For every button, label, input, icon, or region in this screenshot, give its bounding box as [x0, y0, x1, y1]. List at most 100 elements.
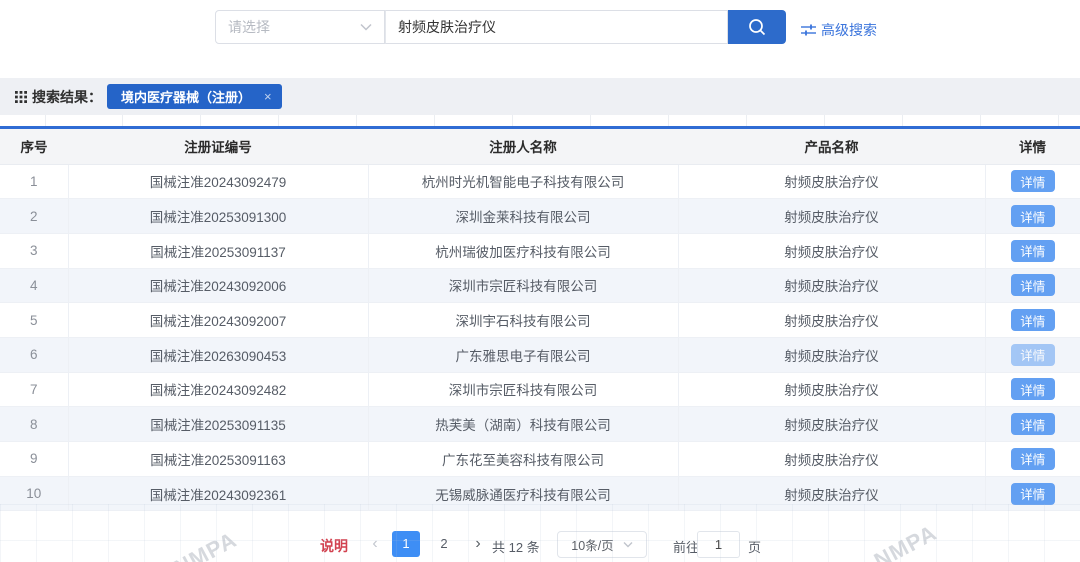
col-header-detail: 详情 — [985, 129, 1080, 164]
total-count-label: 共 12 条 — [492, 537, 540, 556]
tag-close-icon[interactable]: × — [264, 89, 272, 104]
detail-button[interactable]: 详情 — [1011, 378, 1055, 400]
row-index: 9 — [0, 442, 68, 477]
table-row: 1 国械注准20243092479 杭州时光机智能电子科技有限公司 射频皮肤治疗… — [0, 164, 1080, 199]
search-button[interactable] — [728, 10, 786, 44]
detail-cell: 详情 — [985, 233, 1080, 268]
table-row: 7 国械注准20243092482 深圳市宗匠科技有限公司 射频皮肤治疗仪 详情 — [0, 372, 1080, 407]
col-header-registration-number: 注册证编号 — [68, 129, 368, 164]
detail-button[interactable]: 详情 — [1011, 309, 1055, 331]
product-name: 射频皮肤治疗仪 — [678, 442, 985, 477]
table-row: 5 国械注准20243092007 深圳宇石科技有限公司 射频皮肤治疗仪 详情 — [0, 303, 1080, 338]
row-index: 5 — [0, 303, 68, 338]
gap-strip — [0, 115, 1080, 126]
row-index: 7 — [0, 372, 68, 407]
pagination-bar: 说明 ‹ 1 2 › 共 12 条 10条/页 前往 1 页 — [0, 511, 1080, 562]
product-name: 射频皮肤治疗仪 — [678, 268, 985, 303]
detail-button[interactable]: 详情 — [1011, 170, 1055, 192]
detail-cell: 详情 — [985, 476, 1080, 511]
registration-number: 国械注准20243092361 — [68, 476, 368, 511]
table-row: 4 国械注准20243092006 深圳市宗匠科技有限公司 射频皮肤治疗仪 详情 — [0, 268, 1080, 303]
results-table: 序号 注册证编号 注册人名称 产品名称 详情 1 国械注准20243092479… — [0, 129, 1080, 511]
detail-cell: 详情 — [985, 442, 1080, 477]
product-name: 射频皮肤治疗仪 — [678, 164, 985, 199]
row-index: 1 — [0, 164, 68, 199]
goto-label: 前往 — [673, 537, 699, 556]
detail-cell: 详情 — [985, 372, 1080, 407]
detail-button[interactable]: 详情 — [1011, 448, 1055, 470]
col-header-product-name: 产品名称 — [678, 129, 985, 164]
result-type-tag[interactable]: 境内医疗器械（注册） × — [107, 84, 282, 109]
product-name: 射频皮肤治疗仪 — [678, 233, 985, 268]
registration-number: 国械注准20253091135 — [68, 407, 368, 442]
table-row: 2 国械注准20253091300 深圳金莱科技有限公司 射频皮肤治疗仪 详情 — [0, 199, 1080, 234]
search-icon — [747, 17, 767, 37]
search-input[interactable]: 射频皮肤治疗仪 — [385, 10, 728, 44]
detail-button[interactable]: 详情 — [1011, 344, 1055, 366]
product-name: 射频皮肤治疗仪 — [678, 303, 985, 338]
row-index: 6 — [0, 337, 68, 372]
registrant-name: 深圳市宗匠科技有限公司 — [368, 372, 678, 407]
prev-page-button[interactable]: ‹ — [363, 531, 387, 557]
detail-cell: 详情 — [985, 303, 1080, 338]
advanced-search-link[interactable]: 高级搜索 — [801, 21, 877, 39]
registration-number: 国械注准20243092482 — [68, 372, 368, 407]
detail-cell: 详情 — [985, 337, 1080, 372]
registration-number: 国械注准20243092006 — [68, 268, 368, 303]
col-header-index: 序号 — [0, 129, 68, 164]
page: 请选择 射频皮肤治疗仪 高级搜索 — [0, 0, 1080, 562]
row-index: 8 — [0, 407, 68, 442]
grid-icon — [15, 91, 27, 103]
registrant-name: 深圳金莱科技有限公司 — [368, 199, 678, 234]
chevron-down-icon — [623, 541, 633, 548]
detail-button[interactable]: 详情 — [1011, 483, 1055, 505]
product-name: 射频皮肤治疗仪 — [678, 372, 985, 407]
detail-button[interactable]: 详情 — [1011, 205, 1055, 227]
registrant-name: 深圳宇石科技有限公司 — [368, 303, 678, 338]
table-row: 10 国械注准20243092361 无锡威脉通医疗科技有限公司 射频皮肤治疗仪… — [0, 476, 1080, 511]
next-page-button[interactable]: › — [466, 531, 490, 557]
page-button-2[interactable]: 2 — [430, 531, 458, 557]
category-select[interactable]: 请选择 — [215, 10, 385, 44]
detail-button[interactable]: 详情 — [1011, 274, 1055, 296]
product-name: 射频皮肤治疗仪 — [678, 337, 985, 372]
registrant-name: 热芙美（湖南）科技有限公司 — [368, 407, 678, 442]
registration-number: 国械注准20253091300 — [68, 199, 368, 234]
detail-cell: 详情 — [985, 164, 1080, 199]
registrant-name: 无锡威脉通医疗科技有限公司 — [368, 476, 678, 511]
registration-number: 国械注准20263090453 — [68, 337, 368, 372]
registration-number: 国械注准20243092479 — [68, 164, 368, 199]
row-index: 3 — [0, 233, 68, 268]
page-size-select[interactable]: 10条/页 — [557, 531, 647, 558]
registrant-name: 广东雅思电子有限公司 — [368, 337, 678, 372]
search-input-value: 射频皮肤治疗仪 — [398, 17, 496, 37]
note-link[interactable]: 说明 — [320, 536, 348, 556]
advanced-search-label: 高级搜索 — [821, 20, 877, 40]
page-size-value: 10条/页 — [571, 535, 613, 554]
result-type-tag-label: 境内医疗器械（注册） — [121, 87, 251, 106]
goto-page-input[interactable]: 1 — [697, 531, 740, 558]
row-index: 2 — [0, 199, 68, 234]
page-button-1[interactable]: 1 — [392, 531, 420, 557]
registrant-name: 杭州瑞彼加医疗科技有限公司 — [368, 233, 678, 268]
product-name: 射频皮肤治疗仪 — [678, 407, 985, 442]
table-row: 8 国械注准20253091135 热芙美（湖南）科技有限公司 射频皮肤治疗仪 … — [0, 407, 1080, 442]
table-row: 9 国械注准20253091163 广东花至美容科技有限公司 射频皮肤治疗仪 详… — [0, 442, 1080, 477]
detail-cell: 详情 — [985, 199, 1080, 234]
detail-button[interactable]: 详情 — [1011, 413, 1055, 435]
detail-button[interactable]: 详情 — [1011, 240, 1055, 262]
filter-sliders-icon — [801, 23, 816, 37]
product-name: 射频皮肤治疗仪 — [678, 476, 985, 511]
category-select-placeholder: 请选择 — [228, 17, 360, 37]
row-index: 10 — [0, 476, 68, 511]
registrant-name: 广东花至美容科技有限公司 — [368, 442, 678, 477]
search-results-bar: 搜索结果： 境内医疗器械（注册） × — [0, 78, 1080, 115]
row-index: 4 — [0, 268, 68, 303]
col-header-registrant-name: 注册人名称 — [368, 129, 678, 164]
registrant-name: 深圳市宗匠科技有限公司 — [368, 268, 678, 303]
results-label: 搜索结果： — [32, 87, 102, 107]
table-row: 6 国械注准20263090453 广东雅思电子有限公司 射频皮肤治疗仪 详情 — [0, 337, 1080, 372]
page-unit-label: 页 — [748, 537, 761, 556]
registration-number: 国械注准20243092007 — [68, 303, 368, 338]
registration-number: 国械注准20253091137 — [68, 233, 368, 268]
